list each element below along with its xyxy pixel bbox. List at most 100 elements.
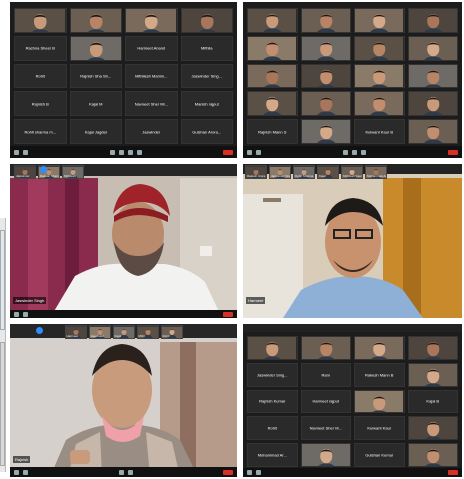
participant-name: Harmeet [66, 334, 79, 338]
participant-tile[interactable] [300, 119, 351, 144]
participant-tile[interactable] [407, 443, 458, 467]
participant-tile[interactable] [14, 8, 67, 33]
participant-thumbnail[interactable]: Jaswinder Sing [269, 165, 291, 179]
chat-icon[interactable] [118, 149, 124, 155]
participant-tile[interactable]: Navneet Sher Mi... [125, 91, 178, 117]
participant-tile[interactable] [300, 443, 351, 467]
end-button[interactable] [223, 469, 233, 475]
chat-icon[interactable] [127, 469, 133, 475]
participant-thumbnail[interactable]: Rohit Sharma [293, 165, 315, 179]
participant-tile[interactable] [354, 35, 405, 61]
participant-name: Jaswinder [142, 129, 161, 135]
mic-icon[interactable] [14, 469, 19, 475]
participant-tile[interactable] [407, 362, 458, 387]
participant-tile[interactable]: Manish rajput [180, 91, 233, 117]
participant-tile[interactable] [407, 119, 458, 144]
participant-tile[interactable] [407, 35, 458, 61]
participant-tile[interactable]: Harmeet rajput [300, 389, 351, 414]
participant-tile[interactable]: Mohammad Ar... [247, 443, 298, 467]
chat-icon[interactable] [352, 149, 357, 155]
participant-tile[interactable] [180, 8, 233, 33]
participant-thumbnail[interactable]: Mithi [136, 325, 159, 339]
share-icon[interactable] [127, 149, 133, 155]
participant-thumbnail[interactable]: Kajal [112, 325, 135, 339]
left-edge-strip [0, 218, 6, 472]
participants-icon[interactable] [343, 149, 348, 155]
video-icon[interactable] [23, 149, 28, 155]
participant-tile[interactable] [69, 8, 122, 33]
participant-tile[interactable] [300, 336, 351, 360]
participant-tile[interactable] [247, 336, 298, 360]
participants-icon[interactable] [109, 149, 115, 155]
participant-tile[interactable] [354, 389, 405, 414]
participant-thumbnail[interactable]: Kajal [317, 165, 339, 179]
participant-tile[interactable]: Rajnish Mann S [247, 119, 298, 144]
participant-tile[interactable]: Jaswinder [125, 119, 178, 144]
participant-tile[interactable]: Kajal Jagdal [69, 119, 122, 144]
participant-tile[interactable] [354, 63, 405, 89]
participant-tile[interactable]: Kulwant Kaur B [354, 119, 405, 144]
participant-thumbnail[interactable]: Jaswinder [14, 165, 36, 179]
end-button[interactable] [448, 149, 458, 155]
participant-tile[interactable]: Mithilesh Mamin... [125, 63, 178, 89]
end-button[interactable] [223, 311, 233, 317]
mic-icon[interactable] [247, 149, 252, 155]
participant-tile[interactable]: Jaswinder Sing... [180, 63, 233, 89]
participant-tile[interactable] [407, 91, 458, 117]
record-icon[interactable] [136, 149, 142, 155]
participant-tile[interactable] [407, 416, 458, 441]
participant-tile[interactable] [300, 91, 351, 117]
participant-tile[interactable] [407, 336, 458, 360]
participant-thumbnail[interactable]: Rakesh Arora [245, 165, 267, 179]
video-icon[interactable] [23, 311, 28, 317]
participant-tile[interactable]: Rajnish B [14, 91, 67, 117]
participant-thumbnail[interactable]: Mithilesh [62, 165, 84, 179]
participants-icon[interactable] [118, 469, 124, 475]
participant-tile[interactable]: Gulshan Kumar [354, 443, 405, 467]
mic-icon[interactable] [14, 149, 19, 155]
mic-icon[interactable] [247, 470, 252, 475]
participant-tile[interactable] [125, 8, 178, 33]
participant-tile[interactable]: Kajal M [69, 91, 122, 117]
video-icon[interactable] [256, 149, 261, 155]
participant-tile[interactable] [407, 8, 458, 33]
video-icon[interactable] [23, 469, 28, 475]
participant-tile[interactable]: Jaswinder Sing... [247, 362, 298, 387]
participant-tile[interactable]: Harmeet Anand [125, 35, 178, 61]
participant-tile[interactable] [247, 8, 298, 33]
participant-tile[interactable]: Kulwant Kaur [354, 416, 405, 441]
participant-tile[interactable] [300, 35, 351, 61]
share-icon[interactable] [361, 149, 366, 155]
participant-tile[interactable] [300, 63, 351, 89]
participant-tile[interactable] [354, 8, 405, 33]
participant-thumbnail[interactable]: Rohit [160, 325, 183, 339]
participant-tile[interactable]: Rachna Sheer B [14, 35, 67, 61]
participant-tile[interactable]: Rajnish Kumar [247, 389, 298, 414]
end-button[interactable] [223, 149, 233, 155]
end-button[interactable] [448, 470, 458, 475]
participant-tile[interactable]: Kajal B [407, 389, 458, 414]
participant-tile[interactable]: Rohit sharma m... [14, 119, 67, 144]
participant-tile[interactable]: Navneet Sher M... [300, 416, 351, 441]
participant-thumbnail[interactable]: Jaswinder [88, 325, 111, 339]
participant-tile[interactable] [354, 91, 405, 117]
participant-tile[interactable] [354, 336, 405, 360]
participant-thumbnail[interactable]: Mohammad Ar... [365, 165, 387, 179]
participant-tile[interactable]: Gulshan Arora... [180, 119, 233, 144]
participant-tile[interactable]: Rajnish Sha Sh... [69, 63, 122, 89]
participant-thumbnail[interactable]: Mithilesh Kaur [341, 165, 363, 179]
video-icon[interactable] [256, 470, 261, 475]
participant-tile[interactable] [247, 63, 298, 89]
participant-tile[interactable]: Mithila [180, 35, 233, 61]
participant-tile[interactable] [407, 63, 458, 89]
participant-tile[interactable] [69, 35, 122, 61]
participant-tile[interactable]: Ram [300, 362, 351, 387]
participant-tile[interactable] [300, 8, 351, 33]
participant-tile[interactable] [247, 35, 298, 61]
participant-tile[interactable]: Rakesh Mann B [354, 362, 405, 387]
participant-thumbnail[interactable]: Harmeet [64, 325, 87, 339]
mic-icon[interactable] [14, 311, 19, 317]
participant-tile[interactable] [247, 91, 298, 117]
participant-tile[interactable]: Rohit [247, 416, 298, 441]
participant-tile[interactable]: Rohit [14, 63, 67, 89]
